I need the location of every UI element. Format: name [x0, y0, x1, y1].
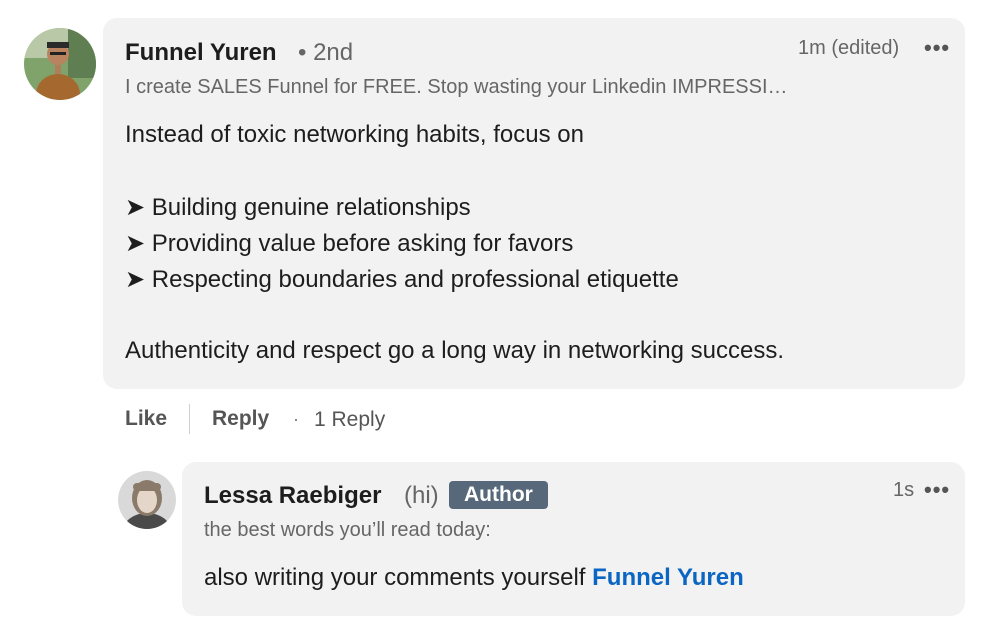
reply-timestamp: 1s — [893, 479, 915, 501]
commenter-headline: I create SALES Funnel for FREE. Stop was… — [125, 76, 788, 98]
commenter-name[interactable]: Funnel Yuren — [125, 39, 277, 67]
reply-text: also writing your comments yourself — [204, 564, 593, 591]
reply-body: also writing your comments yourself Funn… — [204, 564, 744, 592]
comment-bullet: ➤ Respecting boundaries and professional… — [125, 266, 679, 293]
mention-link[interactable]: Funnel Yuren — [592, 564, 744, 591]
commenter-avatar[interactable] — [24, 28, 96, 100]
replier-headline: the best words you’ll read today: — [204, 519, 491, 541]
comment-bullet: ➤ Providing value before asking for favo… — [125, 230, 574, 257]
author-badge: Author — [449, 481, 548, 509]
comment-timestamp: 1m (edited) — [798, 37, 900, 59]
replier-avatar[interactable] — [118, 471, 176, 529]
connection-degree: • 2nd — [298, 39, 354, 66]
comment-closing: Authenticity and respect go a long way i… — [125, 337, 785, 364]
replier-name[interactable]: Lessa Raebiger — [204, 482, 381, 510]
comment-intro: Instead of toxic networking habits, focu… — [125, 121, 584, 148]
action-divider — [189, 404, 190, 434]
comment-bullet: ➤ Building genuine relationships — [125, 194, 471, 221]
more-options-icon[interactable]: ••• — [924, 479, 950, 501]
like-button[interactable]: Like — [125, 407, 167, 431]
replier-pronoun: (hi) — [404, 482, 439, 509]
reply-button[interactable]: Reply — [212, 407, 269, 431]
reply-count-link[interactable]: 1 Reply — [314, 408, 385, 432]
separator-dot: · — [293, 409, 299, 429]
more-options-icon[interactable]: ••• — [924, 37, 950, 59]
